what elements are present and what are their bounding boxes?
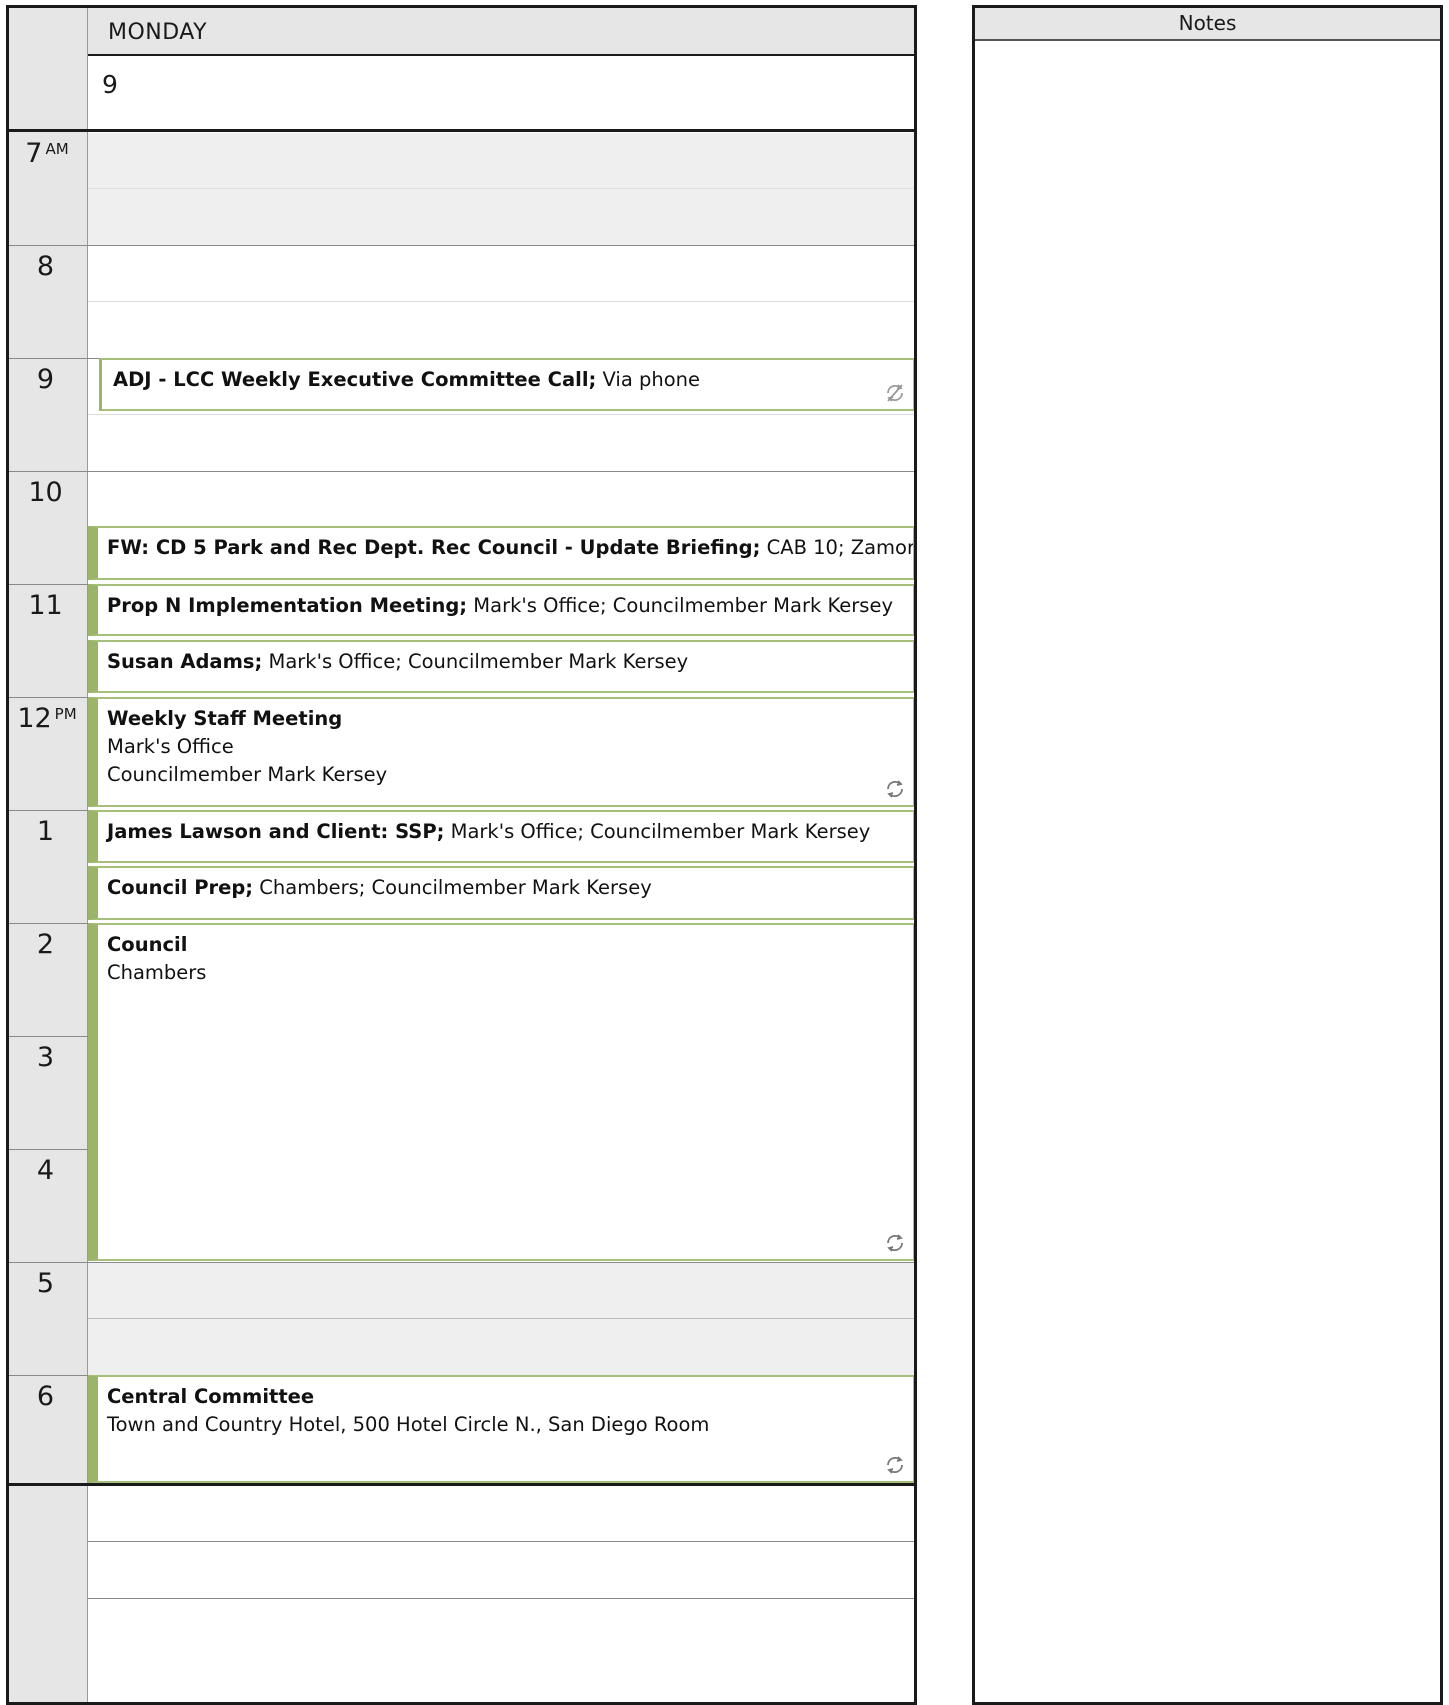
notes-pane[interactable]: Notes bbox=[972, 5, 1443, 1705]
calendar-frame bbox=[6, 5, 917, 1705]
notes-title: Notes bbox=[975, 8, 1440, 41]
